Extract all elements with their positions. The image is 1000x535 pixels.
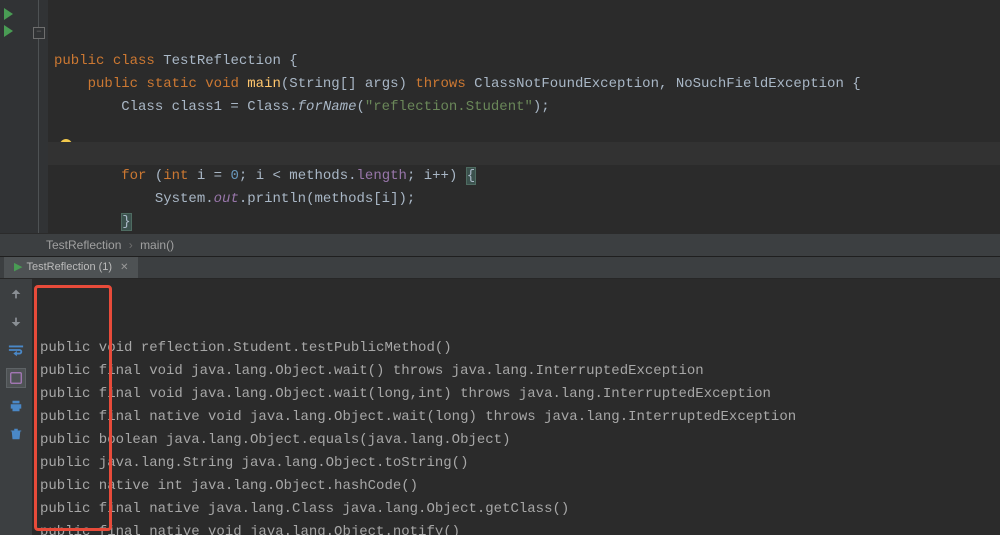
output-line: public final void java.lang.Object.wait(… (40, 363, 704, 379)
code-token: "reflection.Student" (365, 99, 533, 115)
code-token: ClassNotFoundException (474, 76, 659, 92)
output-line: public void reflection.Student.testPubli… (40, 340, 452, 356)
code-editor[interactable]: − public class TestReflection { public s… (0, 0, 1000, 233)
output-line: public final native void java.lang.Objec… (40, 524, 460, 535)
up-arrow-icon[interactable] (7, 285, 25, 303)
code-token: ( (356, 99, 364, 115)
code-token: for (121, 168, 146, 184)
code-token: { (466, 167, 476, 185)
gutter: − (0, 0, 48, 233)
code-token: ( (155, 168, 163, 184)
breadcrumb: TestReflection › main() (0, 233, 1000, 257)
output-line: public final native void java.lang.Objec… (40, 409, 796, 425)
code-token: } (121, 213, 131, 231)
code-token: System. (155, 191, 214, 207)
run-tab[interactable]: ▶ TestReflection (1) ✕ (4, 257, 138, 278)
chevron-right-icon: › (129, 238, 133, 252)
code-token: TestReflection (163, 53, 281, 69)
run-tabs: ▶ TestReflection (1) ✕ (0, 257, 1000, 279)
close-icon[interactable]: ✕ (120, 257, 128, 278)
code-token: int (163, 168, 188, 184)
fold-toggle-icon[interactable]: − (33, 27, 45, 39)
code-token: throws (415, 76, 465, 92)
code-token: main (247, 76, 281, 92)
code-area[interactable]: public class TestReflection { public sta… (48, 0, 1000, 233)
output-line: public final void java.lang.Object.wait(… (40, 386, 771, 402)
console-output[interactable]: public void reflection.Student.testPubli… (32, 279, 1000, 535)
console-toolbar (0, 279, 32, 535)
soft-wrap-icon[interactable] (7, 341, 25, 359)
console: public void reflection.Student.testPubli… (0, 279, 1000, 535)
trash-icon[interactable] (7, 425, 25, 443)
code-token: public (54, 53, 104, 69)
output-line: public native int java.lang.Object.hashC… (40, 478, 418, 494)
scroll-to-end-icon[interactable] (7, 369, 25, 387)
output-line: public final native java.lang.Class java… (40, 501, 569, 517)
code-token: 0 (230, 168, 238, 184)
code-token: ); (533, 99, 550, 115)
code-token: forName (298, 99, 357, 115)
tab-label: TestReflection (1) (26, 257, 112, 278)
run-main-icon[interactable] (4, 25, 13, 37)
annotation-box (34, 285, 112, 531)
code-token: void (205, 76, 239, 92)
code-token: ; i < methods. (239, 168, 357, 184)
run-class-icon[interactable] (4, 8, 13, 20)
print-icon[interactable] (7, 397, 25, 415)
code-token: length (357, 168, 407, 184)
code-token: public (88, 76, 138, 92)
breadcrumb-item[interactable]: main() (140, 238, 174, 252)
output-line: public boolean java.lang.Object.equals(j… (40, 432, 510, 448)
output-line: public java.lang.String java.lang.Object… (40, 455, 468, 471)
code-token: class (113, 53, 155, 69)
down-arrow-icon[interactable] (7, 313, 25, 331)
code-token: NoSuchFieldException (676, 76, 844, 92)
tab-run-icon: ▶ (14, 257, 22, 278)
code-token: ; i++) (407, 168, 466, 184)
code-token: out (214, 191, 239, 207)
code-token: i = (188, 168, 230, 184)
code-token: (String[] args) (281, 76, 407, 92)
code-token: Class class1 = Class. (121, 99, 297, 115)
code-token: { (289, 53, 297, 69)
code-token: static (146, 76, 196, 92)
code-token: .println(methods[i]); (239, 191, 415, 207)
code-token: { (852, 76, 860, 92)
